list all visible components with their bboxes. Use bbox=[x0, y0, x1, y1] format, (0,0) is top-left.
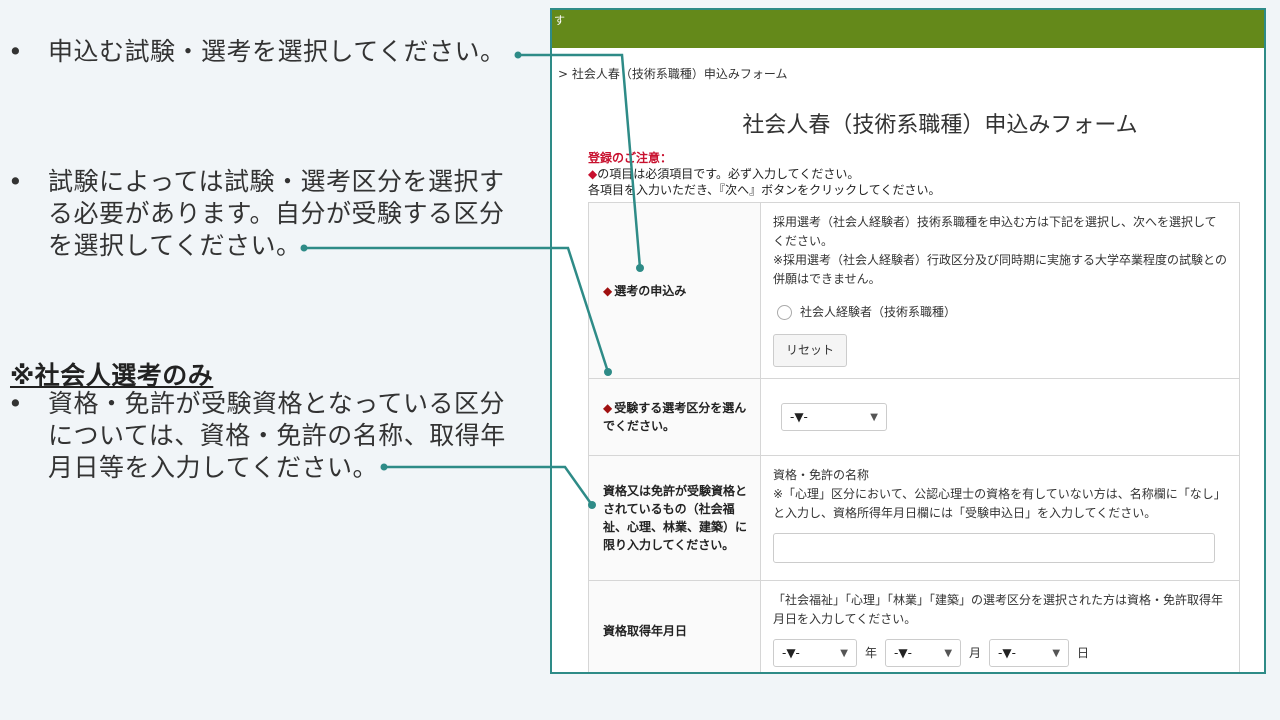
breadcrumb[interactable]: > 社会人春（技術系職種）申込みフォーム bbox=[558, 65, 788, 82]
radio-social-experienced[interactable]: 社会人経験者（技術系職種） bbox=[777, 303, 1227, 322]
form-screenshot: す > 社会人春（技術系職種）申込みフォーム 社会人春（技術系職種）申込みフォー… bbox=[550, 8, 1266, 674]
month-select-value: -▼- bbox=[894, 645, 912, 660]
category-label: 受験する選考区分を選んでください。 bbox=[603, 401, 747, 433]
bullet-license: • 資格・免許が受験資格となっている区分 については、資格・免許の名称、取得年 … bbox=[8, 388, 538, 484]
bullet-license-line: については、資格・免許の名称、取得年 bbox=[48, 421, 506, 450]
required-mark: ◆ bbox=[603, 401, 613, 415]
bullet-apply-text: 申込む試験・選考を選択してください。 bbox=[48, 37, 506, 66]
chevron-down-icon: ▼ bbox=[870, 411, 878, 423]
bullet-category-line: を選択してください。 bbox=[48, 231, 302, 260]
day-select-value: -▼- bbox=[998, 645, 1016, 660]
bullet-category-line: る必要があります。自分が受験する区分 bbox=[48, 199, 505, 228]
row-license-date: 資格取得年月日 「社会福祉」「心理」「林業」「建築」の選考区分を選択された方は資… bbox=[589, 580, 1239, 672]
date-cell: 「社会福祉」「心理」「林業」「建築」の選考区分を選択された方は資格・免許取得年月… bbox=[761, 581, 1239, 672]
category-select-value: -▼- bbox=[790, 409, 808, 424]
row-label: 資格取得年月日 bbox=[589, 581, 761, 672]
bullet-dot: • bbox=[8, 37, 23, 66]
date-description: 「社会福祉」「心理」「林業」「建築」の選考区分を選択された方は資格・免許取得年月… bbox=[773, 593, 1224, 626]
year-select-value: -▼- bbox=[782, 645, 800, 660]
header-text: す bbox=[554, 14, 565, 27]
bullet-license-line: 月日等を入力してください。 bbox=[48, 453, 379, 482]
date-label: 資格取得年月日 bbox=[603, 624, 688, 638]
bullet-category-text: 試験によっては試験・選考区分を選択す る必要があります。自分が受験する区分 を選… bbox=[48, 166, 538, 262]
row-license: 資格又は免許が受験資格とされているもの（社会福祉、心理、林業、建築）に限り入力し… bbox=[589, 455, 1239, 580]
social-only-note: ※社会人選考のみ bbox=[10, 361, 214, 390]
apply-label: 選考の申込み bbox=[614, 283, 687, 298]
notice-required-text: の項目は必須項目です。必ず入力してください。 bbox=[597, 167, 860, 181]
category-select[interactable]: -▼- ▼ bbox=[781, 403, 887, 431]
chevron-down-icon: ▼ bbox=[1052, 647, 1061, 659]
bullet-dot: • bbox=[8, 167, 23, 196]
application-form-table: ◆ 選考の申込み 採用選考（社会人経験者）技術系職種を申込む方は下記を選択し、次へ… bbox=[588, 202, 1240, 672]
license-description: ※「心理」区分において、公認心理士の資格を有していない方は、名称欄に「なし」と入… bbox=[773, 487, 1226, 520]
bullet-category-line: 試験によっては試験・選考区分を選択す bbox=[48, 167, 505, 196]
month-unit: 月 bbox=[969, 645, 982, 660]
reset-button[interactable]: リセット bbox=[773, 334, 848, 367]
apply-description: 採用選考（社会人経験者）技術系職種を申込む方は下記を選択し、次へを選択してくださ… bbox=[773, 215, 1217, 248]
registration-notice: 登録のご注意： ◆の項目は必須項目です。必ず入力してください。 各項目を入力いた… bbox=[588, 150, 940, 198]
month-select[interactable]: -▼- ▼ bbox=[885, 639, 962, 667]
row-apply: ◆ 選考の申込み 採用選考（社会人経験者）技術系職種を申込む方は下記を選択し、次へ… bbox=[589, 203, 1239, 378]
row-category: ◆ 受験する選考区分を選んでください。 -▼- ▼ bbox=[589, 378, 1239, 455]
required-mark: ◆ bbox=[603, 283, 613, 298]
site-header-bar: す bbox=[552, 10, 1264, 48]
bullet-category: • 試験によっては試験・選考区分を選択す る必要があります。自分が受験する区分 … bbox=[8, 166, 538, 262]
radio-label: 社会人経験者（技術系職種） bbox=[800, 305, 957, 319]
bullet-apply: • 申込む試験・選考を選択してください。 bbox=[8, 36, 538, 68]
bullet-license-line: 資格・免許が受験資格となっている区分 bbox=[48, 389, 506, 418]
chevron-down-icon: ▼ bbox=[840, 647, 848, 659]
chevron-down-icon: ▼ bbox=[944, 647, 953, 659]
apply-cell: 採用選考（社会人経験者）技術系職種を申込む方は下記を選択し、次へを選択してくださ… bbox=[761, 203, 1239, 378]
bullet-license-text: 資格・免許が受験資格となっている区分 については、資格・免許の名称、取得年 月日… bbox=[48, 388, 538, 484]
license-field-title: 資格・免許の名称 bbox=[773, 468, 870, 482]
date-selectors: -▼- ▼ 年 -▼- ▼ 月 -▼- ▼ 日 bbox=[773, 639, 1227, 667]
year-unit: 年 bbox=[865, 645, 878, 660]
required-mark: ◆ bbox=[588, 167, 598, 181]
notice-next-text: 各項目を入力いただき、『次へ』ボタンをクリックしてください。 bbox=[588, 183, 941, 197]
row-label: ◆ 受験する選考区分を選んでください。 bbox=[589, 379, 761, 455]
notice-heading: 登録のご注意： bbox=[588, 151, 673, 165]
year-select[interactable]: -▼- ▼ bbox=[773, 639, 857, 667]
row-label: 資格又は免許が受験資格とされているもの（社会福祉、心理、林業、建築）に限り入力し… bbox=[589, 456, 761, 580]
row-label: ◆ 選考の申込み bbox=[589, 203, 761, 378]
category-cell: -▼- ▼ bbox=[761, 379, 1239, 455]
license-name-input[interactable] bbox=[773, 533, 1215, 563]
radio-circle-icon[interactable] bbox=[777, 305, 792, 320]
page-title: 社会人春（技術系職種）申込みフォーム bbox=[742, 113, 1138, 138]
notice-required-line: ◆の項目は必須項目です。必ず入力してください。 bbox=[588, 166, 940, 182]
day-select[interactable]: -▼- ▼ bbox=[989, 639, 1070, 667]
day-unit: 日 bbox=[1077, 645, 1090, 660]
license-cell: 資格・免許の名称 ※「心理」区分において、公認心理士の資格を有していない方は、名… bbox=[761, 456, 1239, 580]
apply-caution: ※採用選考（社会人経験者）行政区分及び同時期に実施する大学卒業程度の試験との併願… bbox=[773, 253, 1227, 286]
license-label: 資格又は免許が受験資格とされているもの（社会福祉、心理、林業、建築）に限り入力し… bbox=[603, 484, 748, 552]
bullet-dot: • bbox=[8, 389, 23, 418]
